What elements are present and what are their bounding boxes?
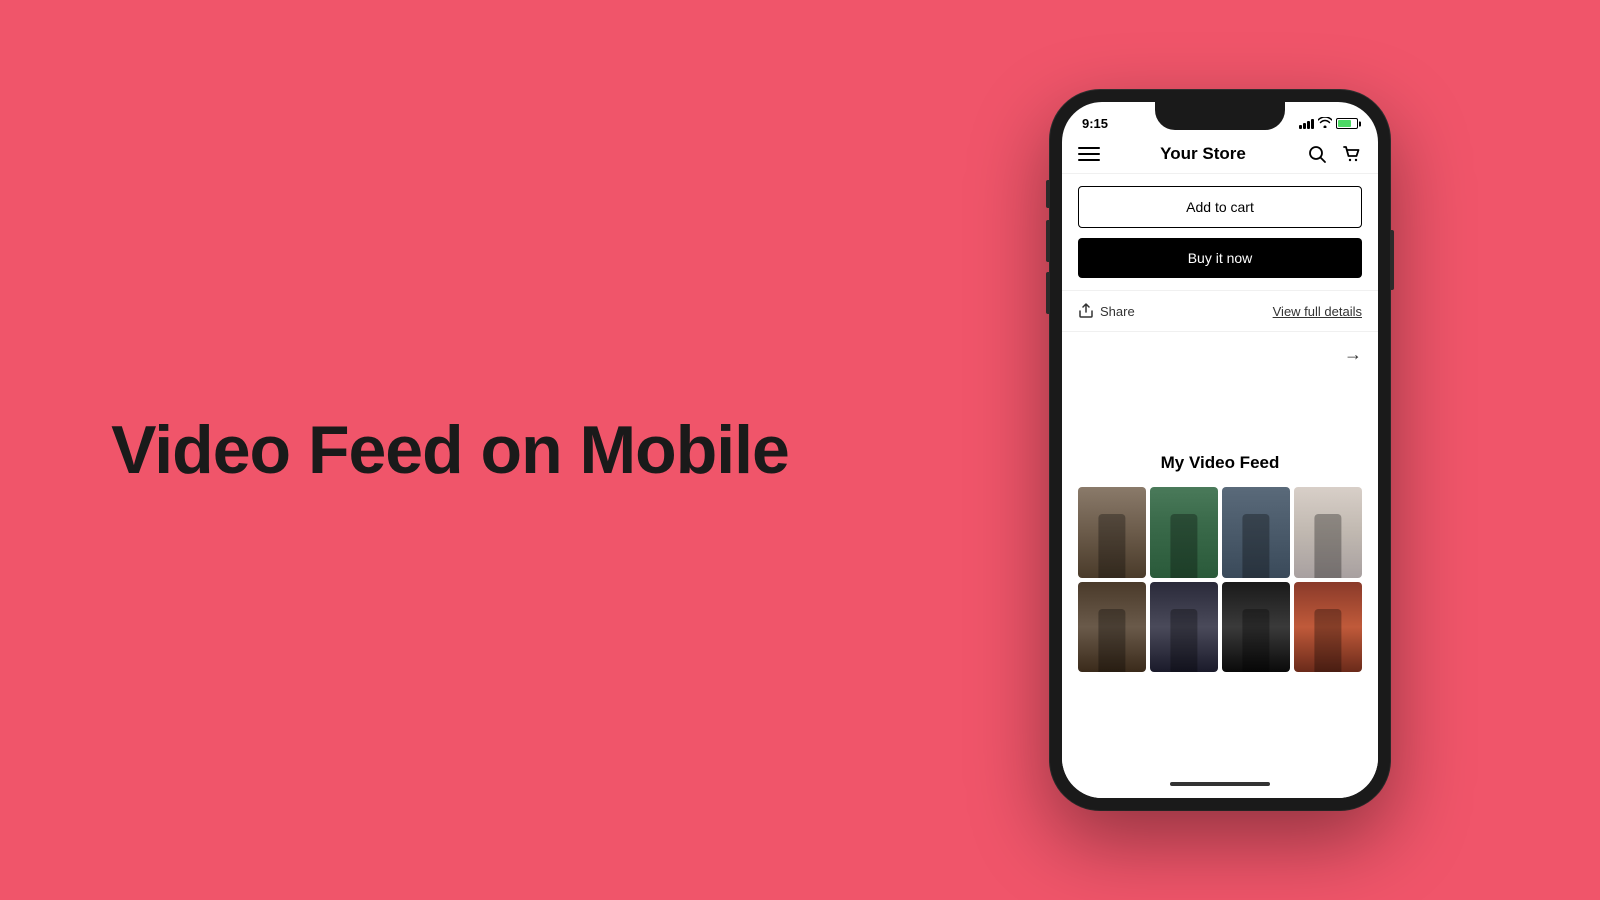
video-thumbnail-7[interactable] bbox=[1222, 582, 1290, 673]
signal-bar-3 bbox=[1307, 121, 1310, 129]
phone-volume-down-button bbox=[1046, 272, 1050, 314]
video-thumbnail-3[interactable] bbox=[1222, 487, 1290, 578]
navigation-bar: Your Store bbox=[1062, 135, 1378, 174]
add-to-cart-button[interactable]: Add to cart bbox=[1078, 186, 1362, 228]
product-actions: Add to cart Buy it now bbox=[1062, 174, 1378, 291]
home-indicator bbox=[1062, 770, 1378, 798]
signal-bar-1 bbox=[1299, 125, 1302, 129]
view-full-details-link[interactable]: View full details bbox=[1273, 304, 1362, 319]
video-thumbnail-8[interactable] bbox=[1294, 582, 1362, 673]
video-thumbnail-6[interactable] bbox=[1150, 582, 1218, 673]
hero-heading: Video Feed on Mobile bbox=[111, 413, 789, 488]
battery-icon bbox=[1336, 118, 1358, 129]
share-label: Share bbox=[1100, 304, 1135, 319]
arrow-right-icon: → bbox=[1344, 344, 1362, 365]
home-bar bbox=[1170, 782, 1270, 786]
search-icon[interactable] bbox=[1306, 143, 1328, 165]
phone-frame: 9:15 bbox=[1050, 90, 1390, 810]
right-section: 9:15 bbox=[900, 70, 1600, 830]
video-feed-section: My Video Feed bbox=[1062, 437, 1378, 688]
share-button[interactable]: Share bbox=[1078, 303, 1135, 319]
phone-volume-up-button bbox=[1046, 220, 1050, 262]
phone-notch bbox=[1155, 102, 1285, 130]
menu-line-2 bbox=[1078, 153, 1100, 155]
battery-fill bbox=[1338, 120, 1351, 127]
video-thumbnail-4[interactable] bbox=[1294, 487, 1362, 578]
signal-icon bbox=[1299, 119, 1314, 129]
status-time: 9:15 bbox=[1082, 116, 1108, 131]
video-thumbnail-5[interactable] bbox=[1078, 582, 1146, 673]
nav-right-icons bbox=[1306, 143, 1362, 165]
video-feed-title: My Video Feed bbox=[1078, 453, 1362, 473]
signal-bar-4 bbox=[1311, 119, 1314, 129]
left-section: Video Feed on Mobile bbox=[0, 373, 900, 528]
content-spacer bbox=[1062, 377, 1378, 437]
phone-screen: 9:15 bbox=[1062, 102, 1378, 798]
phone-power-button bbox=[1390, 230, 1394, 290]
phone-content: Add to cart Buy it now Share View full d… bbox=[1062, 174, 1378, 770]
video-thumbnail-2[interactable] bbox=[1150, 487, 1218, 578]
video-thumbnail-1[interactable] bbox=[1078, 487, 1146, 578]
next-arrow[interactable]: → bbox=[1062, 332, 1378, 377]
phone-mute-button bbox=[1046, 180, 1050, 208]
menu-line-1 bbox=[1078, 147, 1100, 149]
menu-line-3 bbox=[1078, 159, 1100, 161]
store-title: Your Store bbox=[1160, 144, 1246, 164]
share-row: Share View full details bbox=[1062, 291, 1378, 332]
status-icons bbox=[1299, 117, 1358, 131]
wifi-icon bbox=[1318, 117, 1332, 131]
cart-icon[interactable] bbox=[1340, 143, 1362, 165]
buy-now-button[interactable]: Buy it now bbox=[1078, 238, 1362, 278]
signal-bar-2 bbox=[1303, 123, 1306, 129]
hamburger-menu-icon[interactable] bbox=[1078, 147, 1100, 161]
video-grid bbox=[1078, 487, 1362, 672]
